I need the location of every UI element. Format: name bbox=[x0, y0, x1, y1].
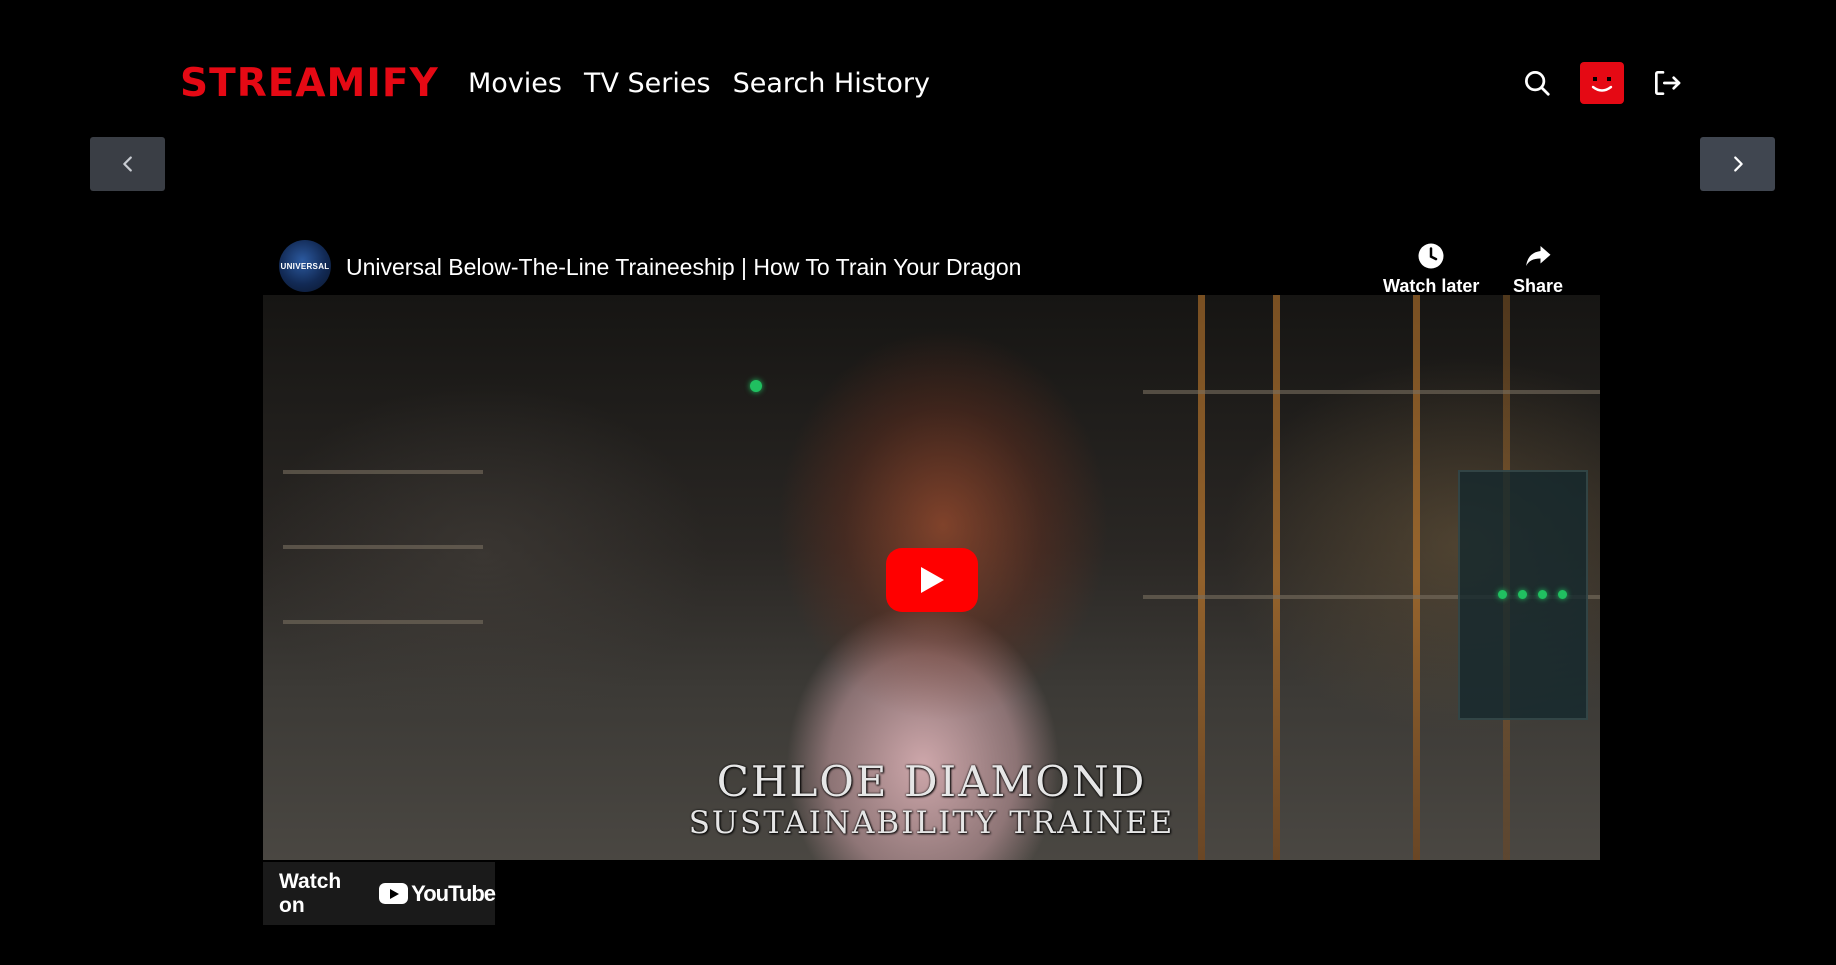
watch-on-youtube-button[interactable]: Watch on YouTube bbox=[263, 862, 496, 925]
panel-led bbox=[1518, 590, 1527, 599]
chevron-left-icon bbox=[122, 156, 132, 172]
watch-later-button[interactable]: Watch later bbox=[1383, 241, 1479, 297]
watch-on-label: Watch on bbox=[279, 869, 342, 917]
logout-button[interactable] bbox=[1646, 62, 1688, 104]
carousel-prev-button[interactable] bbox=[90, 137, 165, 191]
clock-icon bbox=[1418, 243, 1444, 269]
background-light bbox=[750, 380, 762, 392]
panel-led bbox=[1498, 590, 1507, 599]
header-actions bbox=[1516, 62, 1688, 104]
brand-logo[interactable]: STREAMIFY bbox=[180, 60, 439, 108]
profile-avatar[interactable] bbox=[1580, 62, 1624, 104]
chevron-right-icon bbox=[1733, 156, 1743, 172]
shelf-beam bbox=[283, 620, 483, 624]
avatar-icon bbox=[1591, 77, 1613, 92]
share-button[interactable]: Share bbox=[1513, 241, 1563, 297]
play-icon bbox=[921, 567, 944, 593]
channel-avatar[interactable]: UNIVERSAL bbox=[279, 240, 331, 292]
lower-third-role: SUSTAINABILITY TRAINEE bbox=[688, 805, 1175, 841]
nav-movies[interactable]: Movies bbox=[468, 64, 562, 104]
shelf-beam bbox=[283, 545, 483, 549]
panel-led bbox=[1538, 590, 1547, 599]
panel-led bbox=[1558, 590, 1567, 599]
play-button[interactable] bbox=[886, 548, 978, 612]
nav-tv-series[interactable]: TV Series bbox=[584, 64, 711, 104]
share-label: Share bbox=[1513, 276, 1564, 296]
main-nav: Movies TV Series Search History bbox=[468, 64, 930, 104]
player-top-bar: UNIVERSAL Universal Below-The-Line Train… bbox=[263, 233, 1600, 297]
nav-search-history[interactable]: Search History bbox=[733, 64, 930, 104]
lower-third-name: CHLOE DIAMOND bbox=[716, 757, 1147, 806]
shelf-beam bbox=[283, 470, 483, 474]
video-player: UNIVERSAL Universal Below-The-Line Train… bbox=[263, 233, 1600, 925]
channel-logo-text: UNIVERSAL bbox=[280, 261, 330, 271]
youtube-logo: YouTube bbox=[379, 880, 496, 907]
search-button[interactable] bbox=[1516, 62, 1558, 104]
watch-later-label: Watch later bbox=[1383, 276, 1480, 296]
video-thumbnail[interactable]: CHLOE DIAMOND SUSTAINABILITY TRAINEE bbox=[263, 295, 1600, 860]
share-icon bbox=[1526, 246, 1551, 266]
scaffold-beam bbox=[1143, 390, 1600, 394]
carousel-next-button[interactable] bbox=[1700, 137, 1775, 191]
youtube-wordmark: YouTube bbox=[411, 880, 496, 906]
youtube-play-icon bbox=[379, 883, 409, 904]
video-title[interactable]: Universal Below-The-Line Traineeship | H… bbox=[346, 252, 1021, 282]
search-icon bbox=[1525, 71, 1550, 96]
logout-icon bbox=[1655, 71, 1681, 95]
